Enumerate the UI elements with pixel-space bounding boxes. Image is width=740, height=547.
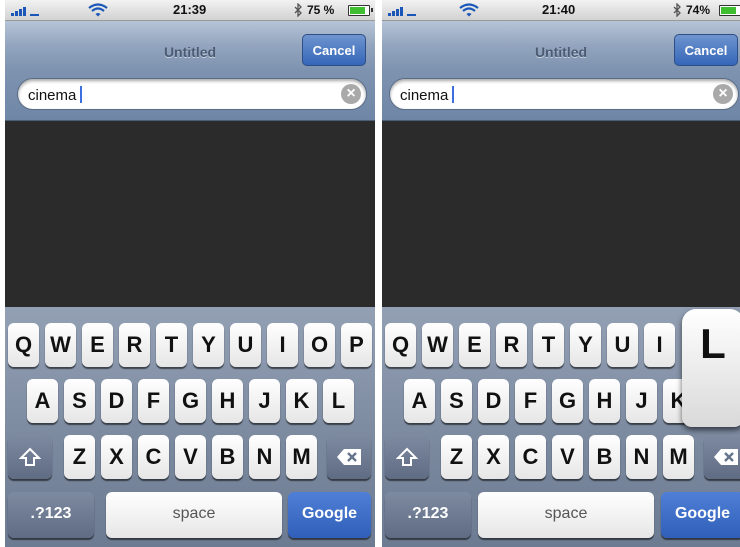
key-s[interactable]: S (441, 379, 472, 423)
key-a[interactable]: A (404, 379, 435, 423)
key-y[interactable]: Y (570, 323, 601, 367)
key-i[interactable]: I (644, 323, 675, 367)
results-area (382, 121, 740, 307)
space-key[interactable]: space (478, 492, 654, 538)
key-b[interactable]: B (212, 435, 243, 479)
key-n[interactable]: N (249, 435, 280, 479)
key-m[interactable]: M (663, 435, 694, 479)
key-e[interactable]: E (459, 323, 490, 367)
backspace-icon (337, 449, 361, 465)
key-h[interactable]: H (589, 379, 620, 423)
clear-icon[interactable]: × (341, 84, 361, 104)
key-d[interactable]: D (478, 379, 509, 423)
key-r[interactable]: R (119, 323, 150, 367)
key-j[interactable]: J (249, 379, 280, 423)
key-n[interactable]: N (626, 435, 657, 479)
key-r[interactable]: R (496, 323, 527, 367)
key-z[interactable]: Z (441, 435, 472, 479)
key-v[interactable]: V (175, 435, 206, 479)
numbers-key[interactable]: .?123 (8, 492, 94, 538)
backspace-key[interactable] (704, 435, 740, 479)
key-j[interactable]: J (626, 379, 657, 423)
battery-icon (348, 5, 373, 16)
navigation-bar: Untitled Cancel (382, 21, 740, 70)
key-g[interactable]: G (552, 379, 583, 423)
search-bar: cinema × (382, 70, 740, 121)
screen-left: 21:39 75 % Untitled Cancel cinema × Q W … (5, 0, 375, 547)
cancel-button[interactable]: Cancel (674, 34, 738, 66)
key-w[interactable]: W (422, 323, 453, 367)
google-key[interactable]: Google (288, 492, 371, 538)
key-i[interactable]: I (267, 323, 298, 367)
key-x[interactable]: X (478, 435, 509, 479)
key-p[interactable]: P (341, 323, 372, 367)
shift-key[interactable] (385, 435, 429, 479)
key-e[interactable]: E (82, 323, 113, 367)
search-bar: cinema × (5, 70, 375, 121)
keyboard: Q W E R T Y U I A S D F G H J K L Z X C … (382, 307, 740, 547)
key-a[interactable]: A (27, 379, 58, 423)
key-y[interactable]: Y (193, 323, 224, 367)
key-o[interactable]: O (304, 323, 335, 367)
key-f[interactable]: F (515, 379, 546, 423)
numbers-key[interactable]: .?123 (385, 492, 471, 538)
text-caret (452, 86, 455, 103)
search-input[interactable]: cinema × (17, 78, 367, 110)
battery-icon (719, 5, 740, 16)
key-w[interactable]: W (45, 323, 76, 367)
navigation-bar: Untitled Cancel (5, 21, 375, 70)
space-key[interactable]: space (106, 492, 282, 538)
shift-key[interactable] (8, 435, 52, 479)
key-b[interactable]: B (589, 435, 620, 479)
key-x[interactable]: X (101, 435, 132, 479)
key-h[interactable]: H (212, 379, 243, 423)
key-m[interactable]: M (286, 435, 317, 479)
key-s[interactable]: S (64, 379, 95, 423)
cancel-button[interactable]: Cancel (302, 34, 366, 66)
search-input[interactable]: cinema × (389, 78, 739, 110)
search-input-value: cinema (400, 87, 449, 104)
key-t[interactable]: T (156, 323, 187, 367)
key-z[interactable]: Z (64, 435, 95, 479)
backspace-icon (714, 449, 738, 465)
key-l-popup: L (682, 309, 740, 427)
key-d[interactable]: D (101, 379, 132, 423)
search-input-value: cinema (28, 87, 77, 104)
backspace-key[interactable] (327, 435, 371, 479)
key-u[interactable]: U (607, 323, 638, 367)
shift-icon (18, 447, 42, 466)
google-key[interactable]: Google (661, 492, 740, 538)
screen-right: 21:40 74% Untitled Cancel cinema × Q W E… (382, 0, 740, 547)
divider (375, 0, 382, 547)
key-q[interactable]: Q (8, 323, 39, 367)
key-c[interactable]: C (138, 435, 169, 479)
key-u[interactable]: U (230, 323, 261, 367)
wifi-icon (459, 3, 479, 17)
signal-bars-icon (11, 5, 41, 16)
bluetooth-icon (294, 3, 302, 17)
signal-bars-icon (388, 5, 418, 16)
status-time: 21:39 (173, 2, 207, 17)
clear-icon[interactable]: × (713, 84, 733, 104)
keyboard: Q W E R T Y U I O P A S D F G H J K L Z … (5, 307, 375, 547)
key-c[interactable]: C (515, 435, 546, 479)
key-v[interactable]: V (552, 435, 583, 479)
key-f[interactable]: F (138, 379, 169, 423)
wifi-icon (88, 3, 108, 17)
text-caret (80, 86, 83, 103)
key-q[interactable]: Q (385, 323, 416, 367)
key-g[interactable]: G (175, 379, 206, 423)
status-time: 21:40 (542, 2, 576, 17)
battery-percent: 75 % (307, 3, 335, 17)
status-bar: 21:40 74% (382, 0, 740, 21)
battery-percent: 74% (686, 3, 711, 17)
key-t[interactable]: T (533, 323, 564, 367)
results-area (5, 121, 375, 307)
bluetooth-icon (673, 3, 681, 17)
shift-icon (395, 447, 419, 466)
key-k[interactable]: K (286, 379, 317, 423)
key-l[interactable]: L (323, 379, 354, 423)
status-bar: 21:39 75 % (5, 0, 375, 21)
